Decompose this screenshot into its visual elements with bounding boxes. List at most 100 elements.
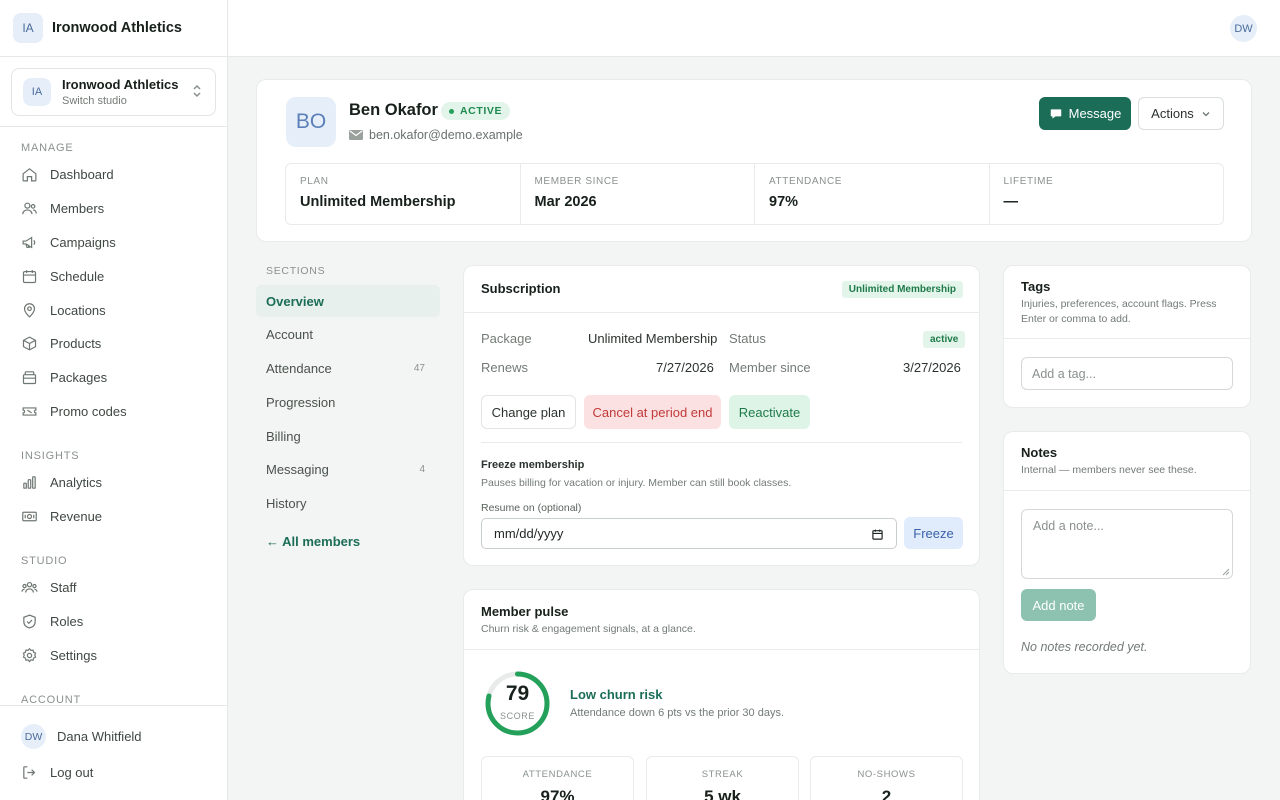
sidebar-item-label: Settings [50,647,97,663]
member-email-text: ben.okafor@demo.example [369,128,523,142]
avatar: DW [21,724,46,749]
message-button[interactable]: Message [1039,97,1131,130]
sidebar-item-dashboard[interactable]: Dashboard [21,163,114,185]
sidebar: IA Ironwood Athletics IA Ironwood Athlet… [0,0,228,800]
sidebar-item-locations[interactable]: Locations [21,299,106,321]
sidebar-item-label: Staff [50,579,77,595]
sidebar-item-schedule[interactable]: Schedule [21,265,104,287]
brand-name: Ironwood Athletics [52,20,182,36]
member-pulse-card: Member pulse Churn risk & engagement sig… [463,589,980,800]
section-tab-progression[interactable]: Progression [256,386,440,418]
sidebar-item-campaigns[interactable]: Campaigns [21,231,116,253]
sidebar-item-packages[interactable]: Packages [21,366,107,388]
section-tab-history[interactable]: History [256,487,440,519]
home-icon [21,166,50,183]
gear-icon [21,647,50,664]
sidebar-item-products[interactable]: Products [21,332,101,354]
section-tab-account[interactable]: Account [256,318,440,350]
section-tab-messaging[interactable]: Messaging 4 [256,453,440,485]
cancel-at-period-end-button[interactable]: Cancel at period end [584,395,721,429]
metric-label: NO-SHOWS [857,769,916,780]
package-value: Unlimited Membership [588,331,718,346]
box-icon [21,335,50,352]
logout-button[interactable]: Log out [21,764,93,781]
sidebar-item-label: Campaigns [50,234,116,250]
section-tab-label: Attendance [266,360,332,376]
renews-label: Renews [481,360,528,375]
sidebar-item-promo-codes[interactable]: Promo codes [21,400,127,422]
studio-name: Ironwood Athletics [62,77,179,92]
churn-risk-label: Low churn risk [570,687,663,702]
stat-value: — [1003,194,1019,210]
package-icon [21,369,50,386]
studio-logo: IA [23,78,51,106]
stat-label: PLAN [300,176,329,187]
all-members-link[interactable]: ← All members [266,534,360,549]
section-label-studio: STUDIO [21,555,68,567]
resize-handle-icon[interactable] [1222,568,1230,576]
section-tab-overview[interactable]: Overview [256,285,440,317]
brand[interactable]: IA Ironwood Athletics [0,0,227,57]
tags-card: Tags Injuries, preferences, account flag… [1003,265,1251,408]
tags-subtitle: Injuries, preferences, account flags. Pr… [1021,298,1217,325]
section-label-insights: INSIGHTS [21,450,80,462]
section-tab-label: Messaging [266,461,329,477]
score-label: SCORE [499,711,535,721]
brand-logo: IA [13,13,43,43]
user-avatar[interactable]: DW [1230,15,1257,42]
plan-badge: Unlimited Membership [841,281,963,298]
sidebar-item-revenue[interactable]: Revenue [21,505,102,527]
notes-subtitle: Internal — members never see these. [1021,464,1197,476]
status-badge-label: ACTIVE [460,105,503,117]
user-name: Dana Whitfield [57,729,142,744]
sidebar-item-label: Revenue [50,508,103,524]
member-since-value: 3/27/2026 [903,360,961,375]
member-pulse-subtitle: Churn risk & engagement signals, at a gl… [481,623,696,635]
sidebar-item-label: Promo codes [50,403,127,419]
account-panel: DW Dana Whitfield Log out [0,705,227,800]
change-plan-button[interactable]: Change plan [481,395,576,429]
sidebar-item-label: Members [50,200,105,216]
renews-value: 7/27/2026 [656,360,714,375]
sidebar-item-members[interactable]: Members [21,197,104,219]
actions-dropdown[interactable]: Actions [1138,97,1224,130]
current-user[interactable]: DW Dana Whitfield [21,724,142,749]
message-button-label: Message [1068,106,1122,121]
status-dot-icon [449,108,454,114]
shield-icon [21,613,50,630]
metric-value: 5 wk [704,787,741,800]
logout-icon [21,764,50,781]
metric-label: ATTENDANCE [522,769,593,780]
section-tab-billing[interactable]: Billing [256,420,440,452]
reactivate-button[interactable]: Reactivate [729,395,810,429]
subscription-card: Subscription Unlimited Membership Packag… [463,265,980,566]
section-tab-attendance[interactable]: Attendance 47 [256,352,440,384]
bar-chart-icon [21,474,50,491]
metric-attendance: ATTENDANCE 97% [481,756,634,800]
section-tab-label: Progression [266,394,336,410]
freeze-button[interactable]: Freeze [904,517,963,549]
map-pin-icon [21,302,50,319]
subscription-title: Subscription [481,281,561,296]
logout-label: Log out [50,765,94,780]
sidebar-item-roles[interactable]: Roles [21,610,83,632]
ticket-icon [21,403,50,420]
sidebar-item-analytics[interactable]: Analytics [21,471,102,493]
resume-label: Resume on (optional) [481,502,582,514]
resume-date-input[interactable]: mm/dd/yyyy [481,518,897,549]
stat-value: Mar 2026 [534,194,597,210]
churn-risk-detail: Attendance down 6 pts vs the prior 30 da… [570,707,785,719]
stat-value: Unlimited Membership [300,194,456,210]
sidebar-item-staff[interactable]: Staff [21,576,77,598]
studio-switcher[interactable]: IA Ironwood Athletics Switch studio [11,68,216,116]
freeze-title: Freeze membership [481,459,585,471]
actions-label: Actions [1151,106,1194,121]
sidebar-item-label: Packages [50,369,108,385]
section-label-manage: MANAGE [21,142,74,154]
stat-plan: PLAN Unlimited Membership [286,164,521,224]
note-textarea[interactable]: Add a note... [1021,509,1233,579]
tag-input[interactable]: Add a tag... [1021,357,1233,390]
sidebar-item-settings[interactable]: Settings [21,644,97,666]
add-note-button[interactable]: Add note [1021,589,1096,621]
sidebar-item-label: Locations [50,302,106,318]
